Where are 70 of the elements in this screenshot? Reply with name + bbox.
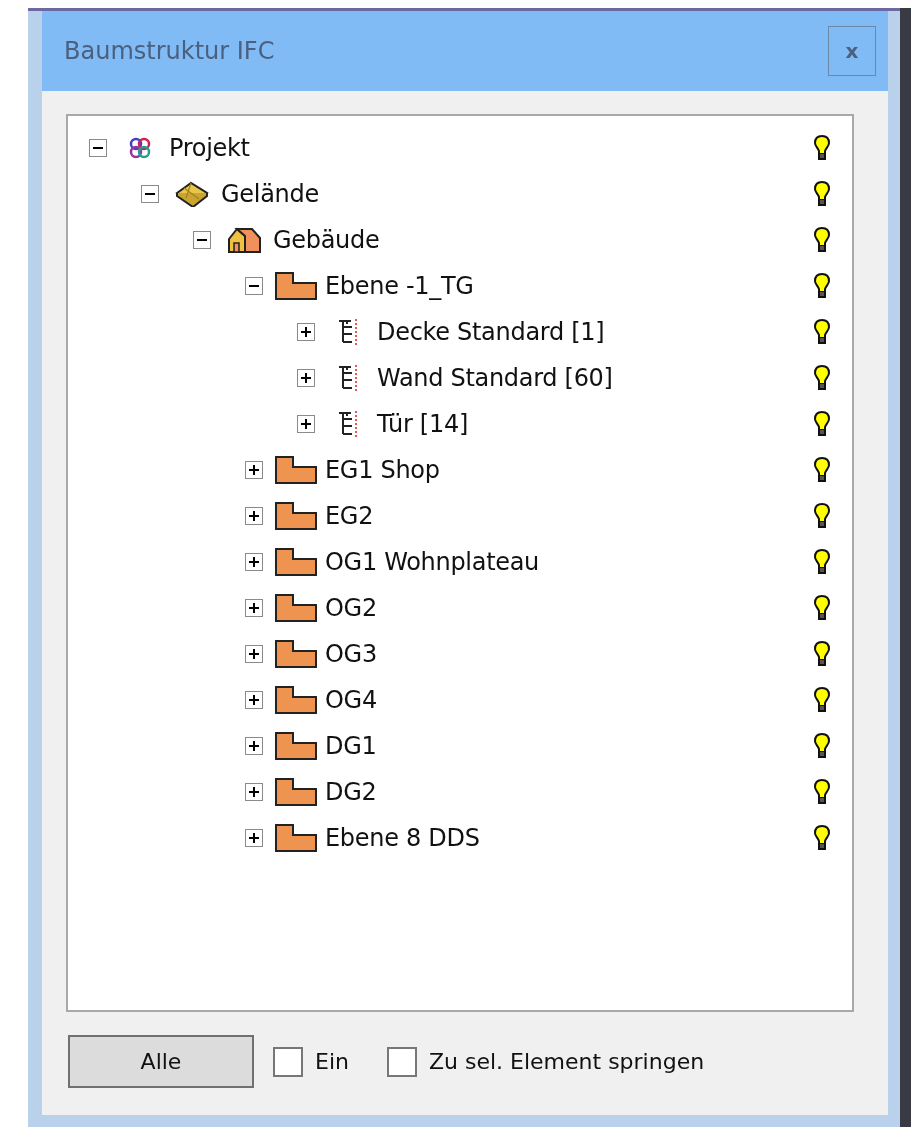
house-icon: [226, 226, 262, 254]
collapse-toggle[interactable]: [141, 185, 159, 203]
expand-toggle[interactable]: [297, 415, 315, 433]
light-bulb-icon[interactable]: [814, 733, 830, 759]
tree-item[interactable]: Wand Standard [60]: [377, 364, 613, 392]
hierarchy-icon: [337, 364, 359, 392]
window-title: Baumstruktur IFC: [64, 37, 275, 65]
light-bulb-icon[interactable]: [814, 411, 830, 437]
collapse-toggle[interactable]: [245, 277, 263, 295]
checkbox-label: Zu sel. Element springen: [428, 1049, 705, 1074]
checkbox[interactable]: [386, 1046, 417, 1077]
expand-toggle[interactable]: [245, 461, 263, 479]
expand-toggle[interactable]: [245, 691, 263, 709]
tree-item[interactable]: Decke Standard [1]: [377, 318, 605, 346]
light-bulb-icon[interactable]: [814, 273, 830, 299]
tree-item[interactable]: OG1 Wohnplateau: [325, 548, 540, 576]
tree-item[interactable]: DG1: [325, 732, 377, 760]
tree-item[interactable]: OG2: [325, 594, 377, 622]
light-bulb-icon[interactable]: [814, 319, 830, 345]
tree-item[interactable]: Tür [14]: [377, 410, 468, 438]
terrain-icon: [175, 181, 209, 207]
expand-toggle[interactable]: [245, 507, 263, 525]
light-bulb-icon[interactable]: [814, 227, 830, 253]
tree-item[interactable]: EG1 Shop: [325, 456, 440, 484]
floor-icon: [275, 502, 317, 530]
expand-toggle[interactable]: [245, 737, 263, 755]
floor-icon: [275, 548, 317, 576]
light-bulb-icon[interactable]: [814, 825, 830, 851]
light-bulb-icon[interactable]: [814, 779, 830, 805]
hierarchy-icon: [337, 410, 359, 438]
floor-icon: [275, 640, 317, 668]
light-bulb-icon[interactable]: [814, 181, 830, 207]
tree-item[interactable]: Projekt: [169, 134, 250, 162]
tree-item[interactable]: Ebene 8 DDS: [325, 824, 480, 852]
light-bulb-icon[interactable]: [814, 457, 830, 483]
tree-item[interactable]: OG4: [325, 686, 377, 714]
floor-icon: [275, 456, 317, 484]
floor-icon: [275, 824, 317, 852]
light-bulb-icon[interactable]: [814, 595, 830, 621]
light-bulb-icon[interactable]: [814, 687, 830, 713]
checkbox[interactable]: [273, 1046, 303, 1077]
tree-item[interactable]: Ebene -1_TG: [325, 272, 474, 300]
light-bulb-icon[interactable]: [814, 365, 830, 391]
all-button[interactable]: Alle: [68, 1035, 254, 1088]
tree-item[interactable]: EG2: [325, 502, 374, 530]
tree-item[interactable]: DG2: [325, 778, 377, 806]
expand-toggle[interactable]: [245, 829, 263, 847]
tree-item[interactable]: Gelände: [221, 180, 319, 208]
collapse-toggle[interactable]: [193, 231, 211, 249]
light-bulb-icon[interactable]: [814, 135, 830, 161]
light-bulb-icon[interactable]: [814, 641, 830, 667]
hierarchy-icon: [337, 318, 359, 346]
expand-toggle[interactable]: [297, 323, 315, 341]
expand-toggle[interactable]: [245, 645, 263, 663]
expand-toggle[interactable]: [245, 783, 263, 801]
light-bulb-icon[interactable]: [814, 503, 830, 529]
expand-toggle[interactable]: [297, 369, 315, 387]
collapse-toggle[interactable]: [89, 139, 107, 157]
floor-icon: [275, 686, 317, 714]
expand-toggle[interactable]: [245, 599, 263, 617]
light-bulb-icon[interactable]: [814, 549, 830, 575]
project-icon: [128, 136, 152, 160]
tree-item[interactable]: OG3: [325, 640, 377, 668]
floor-icon: [275, 778, 317, 806]
floor-icon: [275, 272, 317, 300]
floor-icon: [275, 732, 317, 760]
expand-toggle[interactable]: [245, 553, 263, 571]
floor-icon: [275, 594, 317, 622]
tree-item[interactable]: Gebäude: [273, 226, 380, 254]
checkbox-label: Ein: [315, 1049, 349, 1074]
